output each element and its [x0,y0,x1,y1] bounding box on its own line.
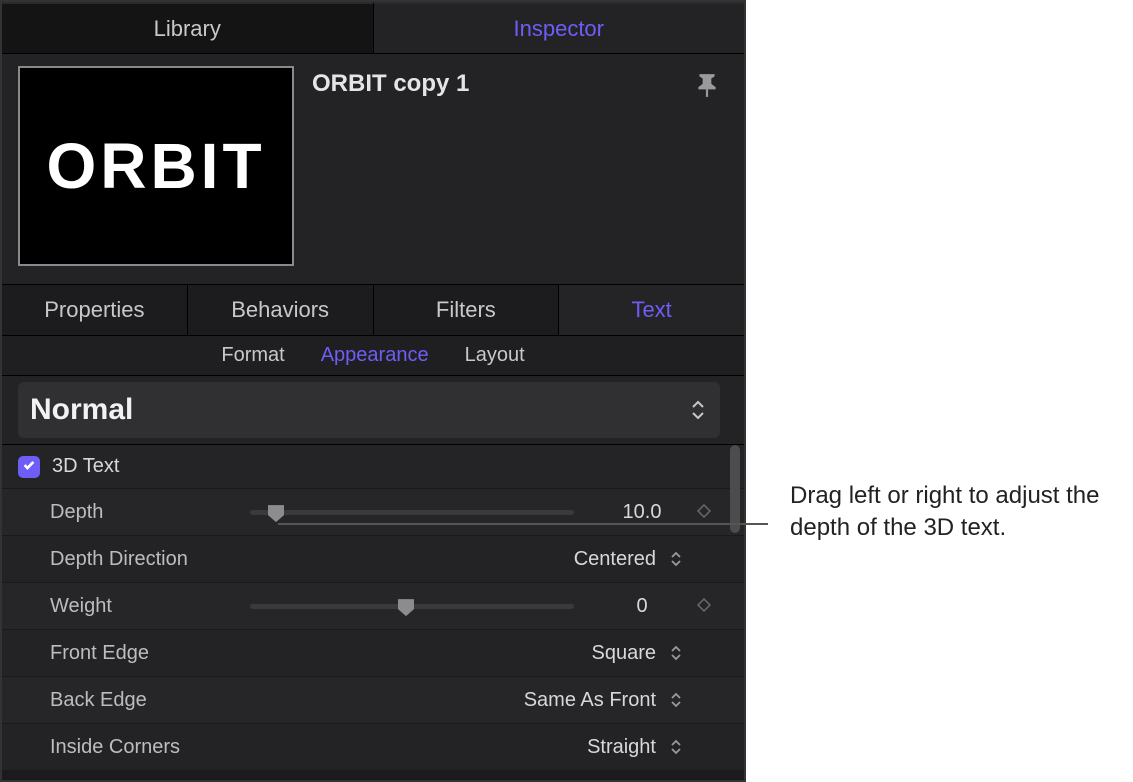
preset-style-dropdown[interactable]: Normal [18,382,720,438]
tab-text-label: Text [631,297,671,323]
text-pane-tabs: Format Appearance Layout [2,336,744,376]
tab-behaviors-label: Behaviors [231,297,329,323]
tab-library[interactable]: Library [2,2,373,53]
param-depth: Depth 10.0 [2,488,744,535]
stepper-icon [670,738,682,756]
depth-direction-value: Centered [574,548,656,571]
param-front-edge: Front Edge Square [2,629,744,676]
back-edge-value: Same As Front [524,689,656,712]
preset-style-value: Normal [30,393,133,427]
layer-preview-text: ORBIT [46,129,265,203]
param-back-edge: Back Edge Same As Front [2,676,744,723]
check-icon [22,455,36,478]
param-depth-direction-label: Depth Direction [50,548,250,571]
checkbox-3d-text[interactable] [18,456,40,478]
depth-keyframe-button[interactable] [690,501,718,524]
tab-properties[interactable]: Properties [2,285,187,335]
tab-text[interactable]: Text [558,285,744,335]
depth-direction-dropdown[interactable]: Centered [250,548,690,571]
stepper-icon [690,398,706,422]
tab-behaviors[interactable]: Behaviors [187,285,373,335]
param-back-edge-label: Back Edge [50,689,250,712]
inspector-panel: Library Inspector ORBIT ORBIT copy 1 Pro… [0,0,746,782]
weight-keyframe-button[interactable] [690,595,718,618]
weight-slider[interactable] [250,604,574,609]
depth-slider-thumb[interactable] [265,502,287,524]
depth-slider[interactable] [250,510,574,515]
tab-filters[interactable]: Filters [373,285,559,335]
top-tab-bar: Library Inspector [2,2,744,54]
front-edge-value: Square [592,642,657,665]
inspector-header: ORBIT ORBIT copy 1 [2,54,744,284]
param-depth-direction: Depth Direction Centered [2,535,744,582]
pin-button[interactable] [696,66,728,103]
layer-preview: ORBIT [18,66,294,266]
layer-title-area: ORBIT copy 1 [312,66,678,98]
appearance-scroll-area: 3D Text Depth 10.0 Depth Direction Cente… [2,445,744,770]
layer-title: ORBIT copy 1 [312,70,678,98]
diamond-icon [697,501,711,524]
tab-layout[interactable]: Layout [465,344,525,367]
pin-icon [696,85,718,102]
inspector-subtab-bar: Properties Behaviors Filters Text [2,284,744,336]
tab-format[interactable]: Format [221,344,284,367]
callout-text: Drag left or right to adjust the depth o… [790,480,1120,545]
weight-slider-thumb[interactable] [395,596,417,618]
param-weight-label: Weight [50,595,250,618]
stepper-icon [670,550,682,568]
back-edge-dropdown[interactable]: Same As Front [250,689,690,712]
tab-properties-label: Properties [44,297,144,323]
param-inside-corners-label: Inside Corners [50,736,250,759]
scrollbar-thumb[interactable] [730,445,740,533]
stepper-icon [670,691,682,709]
tab-library-label: Library [154,16,221,42]
param-front-edge-label: Front Edge [50,642,250,665]
scrollbar[interactable] [730,445,740,770]
diamond-icon [697,595,711,618]
tab-filters-label: Filters [436,297,496,323]
inside-corners-value: Straight [587,736,656,759]
param-weight: Weight 0 [2,582,744,629]
tab-appearance[interactable]: Appearance [321,344,429,367]
section-3d-text-label: 3D Text [52,455,119,478]
style-row: Normal [2,376,744,445]
tab-inspector[interactable]: Inspector [373,2,745,53]
stepper-icon [670,644,682,662]
depth-value-field[interactable]: 10.0 [602,501,682,524]
callout-leader-line [278,523,768,525]
section-3d-text[interactable]: 3D Text [2,445,744,488]
param-depth-label: Depth [50,501,250,524]
tab-inspector-label: Inspector [514,16,605,42]
weight-value-field[interactable]: 0 [602,595,682,618]
param-inside-corners: Inside Corners Straight [2,723,744,770]
inside-corners-dropdown[interactable]: Straight [250,736,690,759]
front-edge-dropdown[interactable]: Square [250,642,690,665]
